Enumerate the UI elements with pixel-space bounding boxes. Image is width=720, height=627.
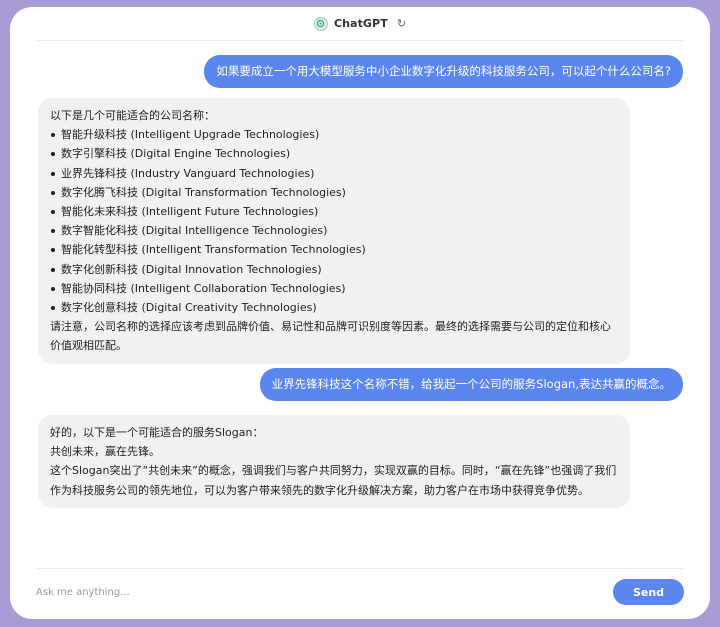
assistant-message-2: 好的，以下是一个可能适合的服务Slogan： 共创未来，赢在先锋。 这个Slog… bbox=[38, 415, 630, 508]
app-title: ChatGPT bbox=[333, 17, 388, 30]
send-button[interactable]: Send bbox=[613, 579, 684, 605]
slogan-explanation: 这个Slogan突出了“共创未来”的概念，强调我们与客户共同努力，实现双赢的目标… bbox=[50, 464, 617, 497]
chatgpt-logo-icon bbox=[313, 16, 328, 31]
chat-window: ChatGPT ↻ 如果要成立一个用大模型服务中小企业数字化升级的科技服务公司，… bbox=[10, 7, 710, 619]
app-header: ChatGPT ↻ bbox=[10, 7, 710, 40]
message-input[interactable] bbox=[36, 580, 576, 604]
list-item: 业界先锋科技 (Industry Vanguard Technologies) bbox=[50, 164, 618, 183]
composer: Send bbox=[36, 577, 684, 607]
assistant-message-intro: 好的，以下是一个可能适合的服务Slogan： bbox=[50, 426, 264, 439]
composer-divider bbox=[36, 568, 684, 569]
list-item: 智能化转型科技 (Intelligent Transformation Tech… bbox=[50, 240, 618, 259]
user-message-2: 业界先锋科技这个名称不错，给我起一个公司的服务Slogan,表达共赢的概念。 bbox=[259, 368, 683, 401]
list-item: 数字化创新科技 (Digital Innovation Technologies… bbox=[50, 260, 618, 279]
list-item: 数字引擎科技 (Digital Engine Technologies) bbox=[50, 144, 618, 163]
company-name-list: 智能升级科技 (Intelligent Upgrade Technologies… bbox=[50, 125, 618, 317]
assistant-message-intro: 以下是几个可能适合的公司名称： bbox=[50, 109, 215, 122]
header-divider bbox=[36, 40, 684, 41]
list-item: 智能协同科技 (Intelligent Collaboration Techno… bbox=[50, 279, 618, 298]
user-message-1: 如果要成立一个用大模型服务中小企业数字化升级的科技服务公司，可以起个什么公司名? bbox=[204, 55, 683, 88]
refresh-icon[interactable]: ↻ bbox=[397, 17, 406, 30]
slogan-text: 共创未来，赢在先锋。 bbox=[50, 445, 160, 459]
list-item: 智能升级科技 (Intelligent Upgrade Technologies… bbox=[50, 125, 618, 144]
list-item: 数字智能化科技 (Digital Intelligence Technologi… bbox=[50, 221, 618, 240]
assistant-message-1: 以下是几个可能适合的公司名称： 智能升级科技 (Intelligent Upgr… bbox=[38, 98, 630, 364]
list-item: 数字化腾飞科技 (Digital Transformation Technolo… bbox=[50, 183, 618, 202]
list-item: 数字化创意科技 (Digital Creativity Technologies… bbox=[50, 298, 618, 317]
assistant-message-outro: 请注意，公司名称的选择应该考虑到品牌价值、易记性和品牌可识别度等因素。最终的选择… bbox=[50, 320, 611, 353]
list-item: 智能化未来科技 (Intelligent Future Technologies… bbox=[50, 202, 618, 221]
